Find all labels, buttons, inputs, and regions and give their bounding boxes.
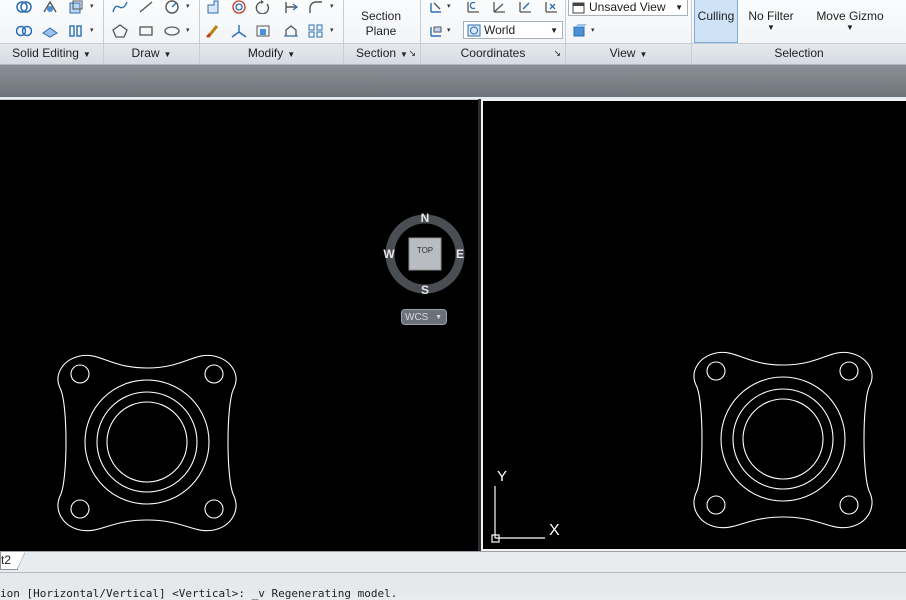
panel-label-selection[interactable]: Selection — [692, 43, 906, 64]
panel-label-coordinates[interactable]: Coordinates ↘ — [421, 43, 565, 64]
panel-section: Section Plane Section ▼ ↘ — [344, 0, 421, 64]
move-gizmo-label: Move Gizmo — [816, 9, 884, 23]
no-filter-button[interactable]: No Filter ▼ — [744, 9, 798, 32]
ribbon: ▾ ▾ Solid Editing ▼ ▾ ▾ Draw ▼ ▾ ▾ Modify ▼ — [0, 0, 906, 65]
culling-button[interactable]: Culling — [694, 0, 738, 43]
flange-part-left — [57, 354, 237, 532]
3d-mirror-icon[interactable] — [281, 22, 301, 40]
panel-selection: Culling No Filter ▼ Move Gizmo ▼ Selecti… — [692, 0, 906, 64]
section-plane-button[interactable]: Section Plane — [344, 9, 418, 39]
culling-label: Culling — [697, 9, 735, 23]
panel-coordinates: ▾ ▾ World ▼ Coordinates ↘ — [421, 0, 566, 64]
named-view-icon — [572, 1, 585, 19]
ucs-previous-icon[interactable] — [463, 0, 483, 16]
subtract-icon[interactable] — [14, 22, 34, 40]
ellipse-icon[interactable] — [162, 22, 182, 40]
command-line[interactable]: ion [Horizontal/Vertical] <Vertical>: _v… — [0, 572, 906, 600]
wcs-menu[interactable]: WCS ▼ — [401, 309, 447, 325]
world-icon — [467, 24, 481, 42]
named-view-combo[interactable]: Unsaved View ▼ — [568, 0, 688, 16]
fillet-icon[interactable] — [306, 0, 326, 16]
panel-view: Unsaved View ▼ ▾ View ▼ — [566, 0, 692, 64]
3d-rotate-icon[interactable] — [229, 0, 249, 16]
3d-align-icon[interactable] — [253, 22, 273, 40]
ucs-face-icon[interactable] — [426, 22, 446, 40]
section-plane-label-1: Section — [360, 9, 402, 23]
ucs-icon-graphic — [491, 486, 545, 543]
shell-icon[interactable] — [66, 22, 86, 40]
viewport-right[interactable]: Y X — [481, 99, 906, 551]
ucs-object-icon[interactable] — [541, 0, 561, 16]
separate-icon[interactable] — [66, 0, 86, 16]
wcs-dropdown-icon: ▼ — [435, 314, 442, 321]
ucs-combo-value: World — [484, 23, 516, 37]
visual-style-dropdown-icon[interactable]: ▾ — [591, 26, 595, 34]
compass-south[interactable]: S — [418, 283, 432, 297]
ucs-icon[interactable] — [426, 0, 446, 16]
fillet-dropdown-icon[interactable]: ▾ — [330, 2, 334, 10]
panel-modify: ▾ ▾ Modify ▼ — [200, 0, 344, 64]
panel-label-draw[interactable]: Draw ▼ — [104, 43, 199, 64]
ucs-face-dropdown-icon[interactable]: ▾ — [447, 26, 451, 34]
ucs-x-label: X — [549, 522, 560, 539]
spline-icon[interactable] — [110, 0, 130, 16]
ucs-z-icon[interactable] — [489, 0, 509, 16]
polygon-icon[interactable] — [110, 22, 130, 40]
rectangle-icon[interactable] — [136, 22, 156, 40]
array-icon[interactable] — [306, 22, 326, 40]
ribbon-bottom-strip — [0, 65, 906, 97]
ucs-3point-icon[interactable] — [515, 0, 535, 16]
circle-icon[interactable] — [162, 0, 182, 16]
rotate-icon[interactable] — [253, 0, 273, 16]
paint-icon[interactable] — [203, 22, 223, 40]
panel-label-view[interactable]: View ▼ — [566, 43, 691, 64]
ucs-y-label: Y — [497, 468, 508, 485]
ellipse-dropdown-icon[interactable]: ▾ — [186, 26, 190, 34]
line-icon[interactable] — [136, 0, 156, 16]
panel-label-solid-editing[interactable]: Solid Editing ▼ — [0, 43, 103, 64]
circle-dropdown-icon[interactable]: ▾ — [186, 2, 190, 10]
visual-style-icon[interactable] — [570, 22, 590, 40]
compass-east[interactable]: E — [453, 247, 467, 261]
drawing-canvas-right — [491, 351, 873, 543]
panel-label-section[interactable]: Section ▼ ↘ — [344, 43, 420, 64]
section-plane-label-2: Plane — [365, 24, 397, 38]
presspull-icon[interactable] — [203, 0, 223, 16]
ucs-dropdown-icon[interactable]: ▾ — [447, 2, 451, 10]
offset-edges-icon[interactable] — [40, 22, 60, 40]
move-gizmo-dropdown-icon: ▼ — [846, 23, 854, 32]
panel-draw: ▾ ▾ Draw ▼ — [104, 0, 200, 64]
flange-part-right — [693, 351, 873, 529]
solid-edit-dropdown2-icon[interactable]: ▾ — [90, 26, 94, 34]
extract-edges-icon[interactable] — [40, 0, 60, 16]
ucs-combo[interactable]: World ▼ — [463, 21, 563, 39]
named-view-arrow-icon[interactable]: ▼ — [675, 0, 683, 16]
compass-north[interactable]: N — [418, 211, 432, 225]
union-icon[interactable] — [14, 0, 34, 16]
move-gizmo-button[interactable]: Move Gizmo ▼ — [810, 9, 890, 32]
ucs-combo-arrow-icon[interactable]: ▼ — [550, 22, 558, 39]
named-view-value: Unsaved View — [589, 0, 666, 14]
compass-west[interactable]: W — [381, 247, 397, 261]
viewcube-face-label: TOP — [416, 246, 434, 255]
no-filter-label: No Filter — [748, 9, 794, 23]
coordinates-launcher-icon[interactable]: ↘ — [553, 44, 561, 63]
solid-edit-dropdown-icon[interactable]: ▾ — [90, 2, 94, 10]
layout-tab[interactable]: t2 — [0, 552, 26, 570]
panel-solid-editing: ▾ ▾ Solid Editing ▼ — [0, 0, 104, 64]
section-launcher-icon[interactable]: ↘ — [408, 44, 416, 63]
no-filter-dropdown-icon: ▼ — [767, 23, 775, 32]
array-dropdown-icon[interactable]: ▾ — [330, 26, 334, 34]
3d-move-icon[interactable] — [229, 22, 249, 40]
viewport-left[interactable]: TOP N S E W WCS ▼ — [0, 99, 478, 552]
trim-icon[interactable] — [281, 0, 301, 16]
wcs-label: WCS — [405, 312, 429, 323]
panel-label-modify[interactable]: Modify ▼ — [200, 43, 343, 64]
layout-tabs-bar: t2 — [0, 551, 906, 572]
drawing-canvas-left — [57, 354, 237, 532]
